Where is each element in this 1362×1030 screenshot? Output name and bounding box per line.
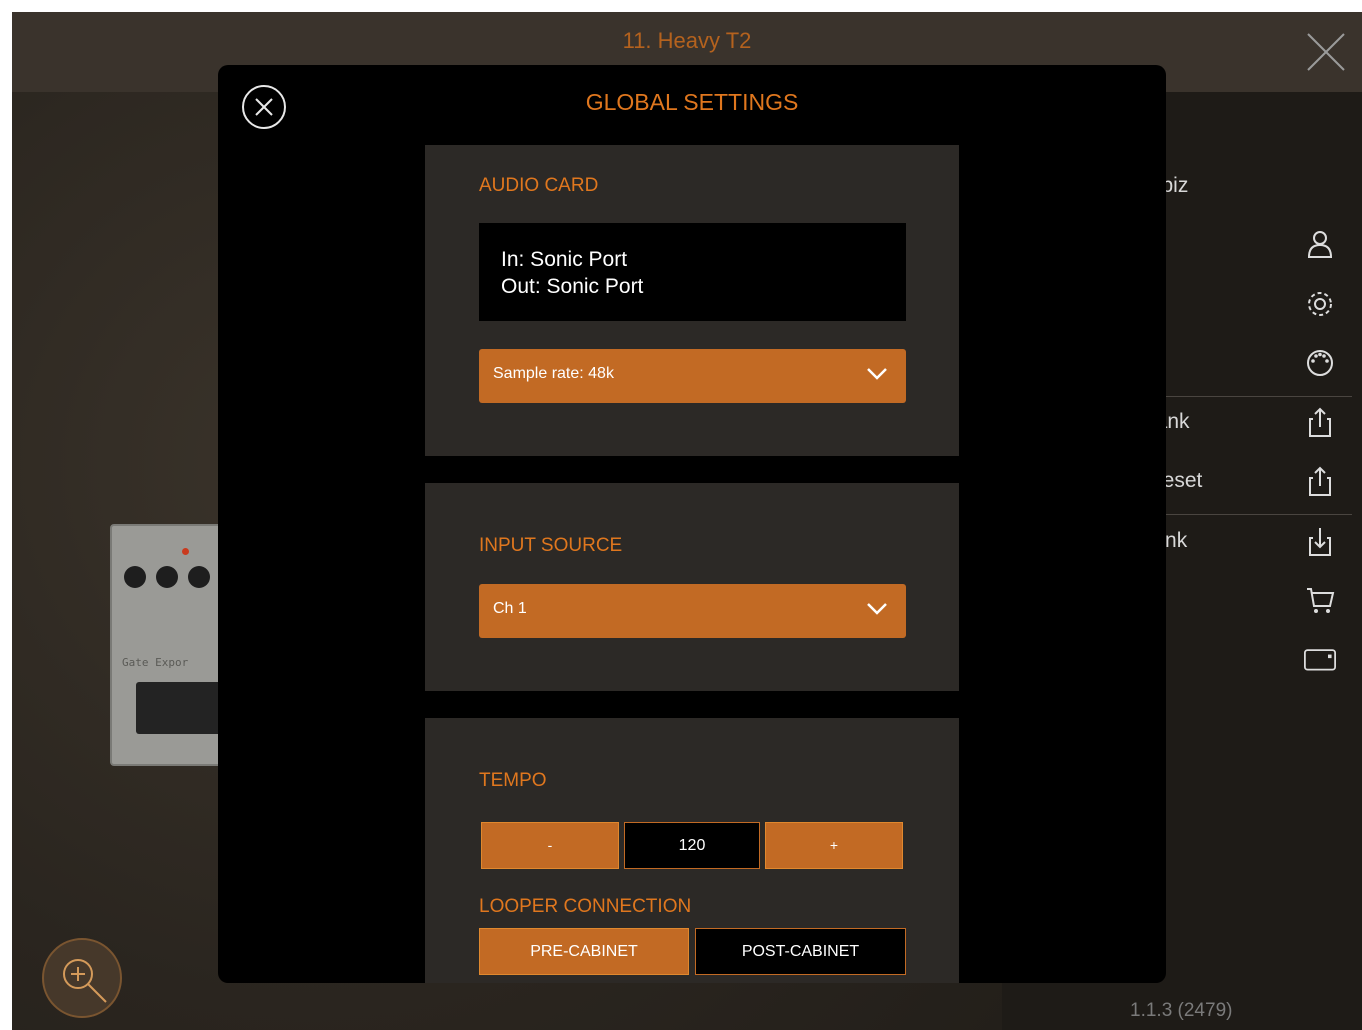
post-cabinet-button[interactable]: POST-CABINET — [695, 928, 906, 975]
midi-icon — [1307, 350, 1333, 376]
section-title: AUDIO CARD — [479, 175, 599, 196]
input-source-section: INPUT SOURCE Ch 1 — [425, 483, 959, 691]
tempo-section: TEMPO - 120 + LOOPER CONNECTION PRE-CABI… — [425, 718, 959, 983]
pedal-led — [182, 548, 189, 555]
input-source-dropdown[interactable]: Ch 1 — [479, 584, 906, 638]
global-settings-modal: GLOBAL SETTINGS AUDIO CARD In: Sonic Por… — [218, 65, 1166, 983]
sample-rate-value: Sample rate: 48k — [493, 365, 614, 382]
gear-icon — [1308, 292, 1332, 316]
wallet-icon — [1304, 649, 1336, 671]
tempo-value[interactable]: 120 — [624, 822, 760, 869]
chevron-down-icon — [867, 368, 887, 380]
audio-card-section: AUDIO CARD In: Sonic Port Out: Sonic Por… — [425, 145, 959, 456]
pre-cabinet-button[interactable]: PRE-CABINET — [479, 928, 689, 975]
close-icon[interactable] — [1304, 30, 1348, 74]
section-title: INPUT SOURCE — [479, 535, 623, 556]
audio-device-info: In: Sonic Port Out: Sonic Port — [479, 223, 906, 321]
import-icon — [1309, 528, 1331, 556]
audio-out-label: Out: Sonic Port — [501, 275, 644, 298]
tempo-decrease-button[interactable]: - — [481, 822, 619, 869]
share-icon — [1309, 466, 1331, 496]
gate-knob[interactable] — [124, 566, 146, 588]
chevron-down-icon — [867, 603, 887, 615]
section-title: TEMPO — [479, 770, 547, 791]
tempo-increase-button[interactable]: + — [765, 822, 903, 869]
audio-in-label: In: Sonic Port — [501, 248, 628, 271]
screen-frame: 11. Heavy T2 Gate Expor ski.biz — [0, 0, 1362, 1030]
user-icon — [1307, 231, 1333, 258]
section-title: LOOPER CONNECTION — [479, 896, 692, 917]
modal-title: GLOBAL SETTINGS — [585, 89, 799, 115]
zoom-button[interactable] — [42, 938, 122, 1018]
input-source-value: Ch 1 — [493, 600, 527, 617]
version-label: 1.1.3 (2479) — [1130, 1000, 1233, 1021]
ratio-knob[interactable] — [188, 566, 210, 588]
pedal-name: Gate Expor — [122, 656, 189, 669]
sample-rate-dropdown[interactable]: Sample rate: 48k — [479, 349, 906, 403]
exp-knob[interactable] — [156, 566, 178, 588]
share-icon — [1309, 407, 1331, 437]
cart-icon — [1307, 588, 1335, 613]
zoom-in-icon — [63, 959, 107, 1003]
preset-title[interactable]: 11. Heavy T2 — [12, 28, 1362, 54]
